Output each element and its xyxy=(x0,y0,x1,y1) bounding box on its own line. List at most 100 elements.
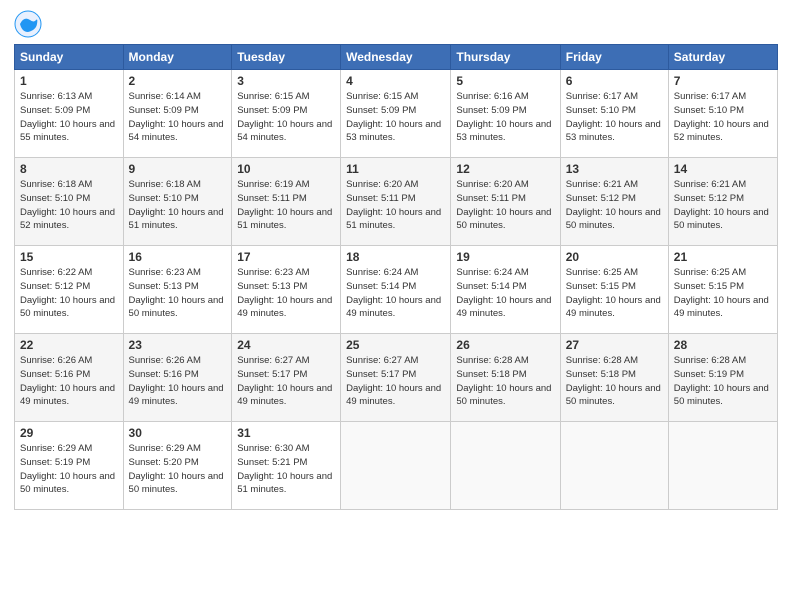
day-info: Sunrise: 6:25 AM Sunset: 5:15 PM Dayligh… xyxy=(674,266,772,321)
day-number: 27 xyxy=(566,338,663,352)
day-number: 8 xyxy=(20,162,118,176)
calendar-week-5: 29 Sunrise: 6:29 AM Sunset: 5:19 PM Dayl… xyxy=(15,422,778,510)
calendar-cell: 3 Sunrise: 6:15 AM Sunset: 5:09 PM Dayli… xyxy=(232,70,341,158)
day-header-thursday: Thursday xyxy=(451,45,560,70)
day-header-monday: Monday xyxy=(123,45,232,70)
calendar-cell: 6 Sunrise: 6:17 AM Sunset: 5:10 PM Dayli… xyxy=(560,70,668,158)
day-number: 6 xyxy=(566,74,663,88)
calendar-cell: 18 Sunrise: 6:24 AM Sunset: 5:14 PM Dayl… xyxy=(341,246,451,334)
day-info: Sunrise: 6:24 AM Sunset: 5:14 PM Dayligh… xyxy=(456,266,554,321)
day-header-sunday: Sunday xyxy=(15,45,124,70)
day-number: 26 xyxy=(456,338,554,352)
day-info: Sunrise: 6:21 AM Sunset: 5:12 PM Dayligh… xyxy=(566,178,663,233)
day-header-wednesday: Wednesday xyxy=(341,45,451,70)
calendar-header-row: SundayMondayTuesdayWednesdayThursdayFrid… xyxy=(15,45,778,70)
calendar-cell: 4 Sunrise: 6:15 AM Sunset: 5:09 PM Dayli… xyxy=(341,70,451,158)
calendar-cell: 15 Sunrise: 6:22 AM Sunset: 5:12 PM Dayl… xyxy=(15,246,124,334)
calendar-cell: 2 Sunrise: 6:14 AM Sunset: 5:09 PM Dayli… xyxy=(123,70,232,158)
day-number: 22 xyxy=(20,338,118,352)
day-number: 1 xyxy=(20,74,118,88)
calendar-cell: 20 Sunrise: 6:25 AM Sunset: 5:15 PM Dayl… xyxy=(560,246,668,334)
calendar-cell: 26 Sunrise: 6:28 AM Sunset: 5:18 PM Dayl… xyxy=(451,334,560,422)
day-info: Sunrise: 6:17 AM Sunset: 5:10 PM Dayligh… xyxy=(566,90,663,145)
day-info: Sunrise: 6:29 AM Sunset: 5:20 PM Dayligh… xyxy=(129,442,227,497)
day-number: 16 xyxy=(129,250,227,264)
day-info: Sunrise: 6:18 AM Sunset: 5:10 PM Dayligh… xyxy=(20,178,118,233)
day-number: 31 xyxy=(237,426,335,440)
day-number: 17 xyxy=(237,250,335,264)
day-info: Sunrise: 6:17 AM Sunset: 5:10 PM Dayligh… xyxy=(674,90,772,145)
day-info: Sunrise: 6:20 AM Sunset: 5:11 PM Dayligh… xyxy=(456,178,554,233)
calendar-cell: 14 Sunrise: 6:21 AM Sunset: 5:12 PM Dayl… xyxy=(668,158,777,246)
day-info: Sunrise: 6:23 AM Sunset: 5:13 PM Dayligh… xyxy=(237,266,335,321)
day-number: 21 xyxy=(674,250,772,264)
calendar-cell: 1 Sunrise: 6:13 AM Sunset: 5:09 PM Dayli… xyxy=(15,70,124,158)
day-info: Sunrise: 6:25 AM Sunset: 5:15 PM Dayligh… xyxy=(566,266,663,321)
day-info: Sunrise: 6:27 AM Sunset: 5:17 PM Dayligh… xyxy=(346,354,445,409)
calendar-cell xyxy=(668,422,777,510)
day-info: Sunrise: 6:30 AM Sunset: 5:21 PM Dayligh… xyxy=(237,442,335,497)
day-header-friday: Friday xyxy=(560,45,668,70)
calendar-cell: 31 Sunrise: 6:30 AM Sunset: 5:21 PM Dayl… xyxy=(232,422,341,510)
logo-icon xyxy=(14,10,42,38)
day-info: Sunrise: 6:19 AM Sunset: 5:11 PM Dayligh… xyxy=(237,178,335,233)
calendar-cell: 8 Sunrise: 6:18 AM Sunset: 5:10 PM Dayli… xyxy=(15,158,124,246)
calendar-cell xyxy=(560,422,668,510)
day-info: Sunrise: 6:21 AM Sunset: 5:12 PM Dayligh… xyxy=(674,178,772,233)
day-info: Sunrise: 6:22 AM Sunset: 5:12 PM Dayligh… xyxy=(20,266,118,321)
day-number: 3 xyxy=(237,74,335,88)
day-info: Sunrise: 6:28 AM Sunset: 5:18 PM Dayligh… xyxy=(566,354,663,409)
calendar-cell: 12 Sunrise: 6:20 AM Sunset: 5:11 PM Dayl… xyxy=(451,158,560,246)
calendar-week-4: 22 Sunrise: 6:26 AM Sunset: 5:16 PM Dayl… xyxy=(15,334,778,422)
day-number: 2 xyxy=(129,74,227,88)
calendar-cell: 21 Sunrise: 6:25 AM Sunset: 5:15 PM Dayl… xyxy=(668,246,777,334)
day-number: 12 xyxy=(456,162,554,176)
day-info: Sunrise: 6:26 AM Sunset: 5:16 PM Dayligh… xyxy=(129,354,227,409)
calendar-cell: 16 Sunrise: 6:23 AM Sunset: 5:13 PM Dayl… xyxy=(123,246,232,334)
day-number: 25 xyxy=(346,338,445,352)
day-number: 30 xyxy=(129,426,227,440)
day-number: 5 xyxy=(456,74,554,88)
calendar-cell: 22 Sunrise: 6:26 AM Sunset: 5:16 PM Dayl… xyxy=(15,334,124,422)
day-number: 15 xyxy=(20,250,118,264)
day-info: Sunrise: 6:27 AM Sunset: 5:17 PM Dayligh… xyxy=(237,354,335,409)
day-number: 20 xyxy=(566,250,663,264)
calendar-cell: 27 Sunrise: 6:28 AM Sunset: 5:18 PM Dayl… xyxy=(560,334,668,422)
day-number: 11 xyxy=(346,162,445,176)
day-number: 19 xyxy=(456,250,554,264)
calendar-cell: 24 Sunrise: 6:27 AM Sunset: 5:17 PM Dayl… xyxy=(232,334,341,422)
calendar-cell: 23 Sunrise: 6:26 AM Sunset: 5:16 PM Dayl… xyxy=(123,334,232,422)
day-info: Sunrise: 6:23 AM Sunset: 5:13 PM Dayligh… xyxy=(129,266,227,321)
day-header-saturday: Saturday xyxy=(668,45,777,70)
calendar-cell: 7 Sunrise: 6:17 AM Sunset: 5:10 PM Dayli… xyxy=(668,70,777,158)
calendar-cell: 28 Sunrise: 6:28 AM Sunset: 5:19 PM Dayl… xyxy=(668,334,777,422)
day-number: 29 xyxy=(20,426,118,440)
calendar-table: SundayMondayTuesdayWednesdayThursdayFrid… xyxy=(14,44,778,510)
calendar-week-1: 1 Sunrise: 6:13 AM Sunset: 5:09 PM Dayli… xyxy=(15,70,778,158)
calendar-cell: 5 Sunrise: 6:16 AM Sunset: 5:09 PM Dayli… xyxy=(451,70,560,158)
calendar-cell: 11 Sunrise: 6:20 AM Sunset: 5:11 PM Dayl… xyxy=(341,158,451,246)
day-info: Sunrise: 6:13 AM Sunset: 5:09 PM Dayligh… xyxy=(20,90,118,145)
day-number: 23 xyxy=(129,338,227,352)
calendar-cell xyxy=(451,422,560,510)
day-info: Sunrise: 6:26 AM Sunset: 5:16 PM Dayligh… xyxy=(20,354,118,409)
day-info: Sunrise: 6:15 AM Sunset: 5:09 PM Dayligh… xyxy=(237,90,335,145)
calendar-cell: 30 Sunrise: 6:29 AM Sunset: 5:20 PM Dayl… xyxy=(123,422,232,510)
calendar-cell: 9 Sunrise: 6:18 AM Sunset: 5:10 PM Dayli… xyxy=(123,158,232,246)
calendar-week-2: 8 Sunrise: 6:18 AM Sunset: 5:10 PM Dayli… xyxy=(15,158,778,246)
header xyxy=(14,10,778,38)
day-info: Sunrise: 6:16 AM Sunset: 5:09 PM Dayligh… xyxy=(456,90,554,145)
calendar-cell: 25 Sunrise: 6:27 AM Sunset: 5:17 PM Dayl… xyxy=(341,334,451,422)
day-info: Sunrise: 6:29 AM Sunset: 5:19 PM Dayligh… xyxy=(20,442,118,497)
calendar-cell: 29 Sunrise: 6:29 AM Sunset: 5:19 PM Dayl… xyxy=(15,422,124,510)
calendar-week-3: 15 Sunrise: 6:22 AM Sunset: 5:12 PM Dayl… xyxy=(15,246,778,334)
day-number: 7 xyxy=(674,74,772,88)
calendar-cell: 10 Sunrise: 6:19 AM Sunset: 5:11 PM Dayl… xyxy=(232,158,341,246)
calendar-cell: 17 Sunrise: 6:23 AM Sunset: 5:13 PM Dayl… xyxy=(232,246,341,334)
day-number: 9 xyxy=(129,162,227,176)
day-number: 13 xyxy=(566,162,663,176)
logo xyxy=(14,10,46,38)
calendar-cell: 13 Sunrise: 6:21 AM Sunset: 5:12 PM Dayl… xyxy=(560,158,668,246)
day-number: 28 xyxy=(674,338,772,352)
day-info: Sunrise: 6:28 AM Sunset: 5:18 PM Dayligh… xyxy=(456,354,554,409)
